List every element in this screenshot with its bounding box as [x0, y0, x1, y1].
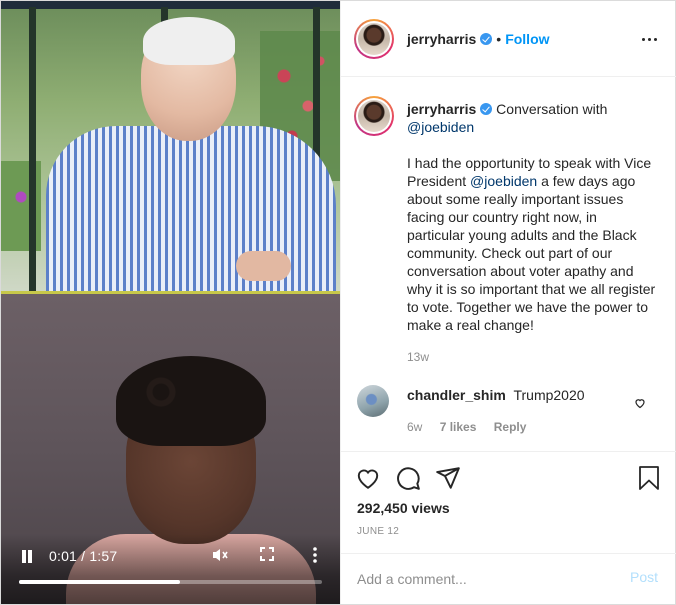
caption-header: jerryharris Conversation with @joebiden — [407, 100, 657, 136]
comment-item: chandler_shim Trump2020 — [407, 387, 585, 403]
caption-author[interactable]: jerryharris — [407, 101, 476, 117]
post-comment-button[interactable]: Post — [630, 569, 658, 585]
add-comment-bar: Post — [341, 553, 676, 604]
video-player[interactable]: 0:01 / 1:57 — [1, 1, 340, 604]
author-username[interactable]: jerryharris — [407, 31, 476, 47]
video-controls: 0:01 / 1:57 — [1, 534, 340, 604]
post-header: jerryharris • Follow — [341, 1, 676, 77]
follow-button[interactable]: Follow — [505, 31, 549, 47]
heart-icon[interactable] — [355, 465, 381, 491]
comment-author[interactable]: chandler_shim — [407, 387, 506, 403]
mute-icon[interactable] — [211, 546, 229, 564]
post-actions: 292,450 views JUNE 12 — [341, 451, 676, 553]
comment-meta: 6w 7 likes Reply — [407, 420, 540, 434]
verified-badge-icon — [480, 33, 493, 45]
view-count[interactable]: 292,450 views — [357, 500, 450, 516]
commenter-avatar[interactable] — [357, 385, 389, 417]
post-date[interactable]: JUNE 12 — [357, 526, 399, 537]
author-avatar[interactable] — [354, 19, 394, 59]
video-time: 0:01 / 1:57 — [49, 548, 118, 564]
video-frame-top — [1, 1, 340, 291]
comment-input[interactable] — [357, 569, 597, 589]
caption-body: I had the opportunity to speak with Vice… — [407, 155, 656, 333]
comments-section: jerryharris Conversation with @joebiden … — [341, 78, 676, 451]
caption-intro: Conversation with — [496, 101, 608, 117]
comment-age: 6w — [407, 420, 423, 434]
caption-body-mention[interactable]: @joebiden — [470, 173, 537, 189]
caption-timestamp[interactable]: 13w — [407, 350, 429, 364]
more-horizontal-icon[interactable] — [642, 31, 658, 47]
fullscreen-icon[interactable] — [260, 547, 274, 561]
verified-badge-icon — [480, 103, 493, 115]
video-progress-fill — [19, 580, 180, 584]
comment-icon[interactable] — [395, 465, 421, 491]
share-icon[interactable] — [435, 465, 461, 491]
comment-text: Trump2020 — [513, 387, 585, 403]
instagram-post: 0:01 / 1:57 jerryharris • Follow jerryha… — [0, 0, 676, 605]
caption-mention[interactable]: @joebiden — [407, 119, 474, 135]
caption-author-avatar[interactable] — [354, 96, 394, 136]
pause-icon[interactable] — [20, 550, 34, 564]
comment-reply-button[interactable]: Reply — [494, 420, 527, 434]
bookmark-icon[interactable] — [637, 465, 663, 491]
post-side-panel: jerryharris • Follow jerryharris Conversat… — [340, 1, 676, 604]
video-progress-bar[interactable] — [19, 580, 322, 584]
comment-like-icon[interactable] — [634, 396, 646, 409]
separator-dot: • — [496, 31, 502, 47]
comment-likes[interactable]: 7 likes — [440, 420, 477, 434]
more-vertical-icon[interactable] — [312, 546, 318, 564]
